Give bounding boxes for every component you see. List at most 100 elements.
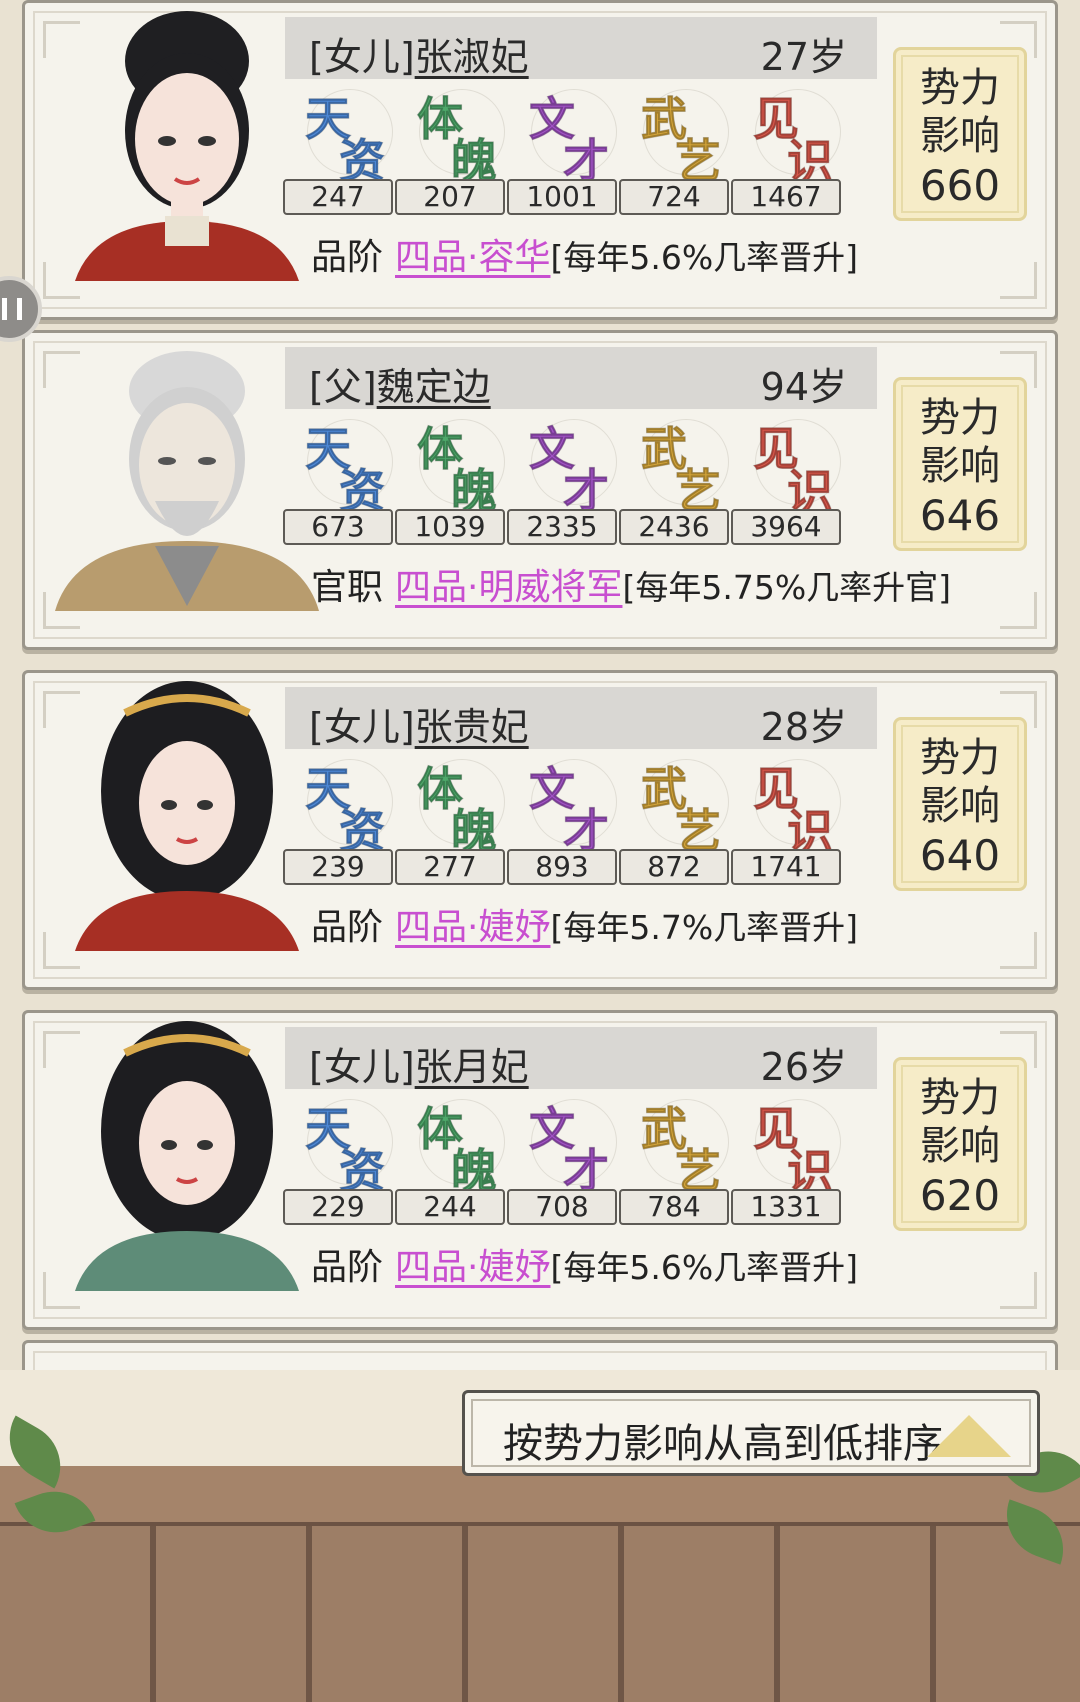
attribute-label: 体 魄 [397,83,509,189]
attribute-value: 239 [283,849,393,885]
name-bar: [女儿]张月妃 26岁 [285,1027,877,1089]
attribute-value: 1039 [395,509,505,545]
power-influence-box: 势力 影响 640 [893,717,1027,891]
character-name[interactable]: [父]魏定边 [309,356,491,411]
relation-label: [父] [309,365,377,409]
attribute-label: 武 艺 [621,1093,733,1199]
promotion-note: [每年5.75%几率升官] [622,568,952,607]
power-influence-box: 势力 影响 620 [893,1057,1027,1231]
relation-label: [女儿] [309,1045,415,1089]
rank-link[interactable]: 四品·婕妤 [395,1247,550,1288]
character-name[interactable]: [女儿]张月妃 [309,1036,529,1091]
next-card-partial [22,1340,1058,1370]
character-card[interactable]: [父]魏定边 94岁 天 资 673 体 魄 1039 文 才 2335 武 艺… [22,330,1058,650]
attribute-label: 体 魄 [397,413,509,519]
name-link[interactable]: 张月妃 [415,1045,529,1089]
triangle-up-icon [927,1415,1011,1457]
bottom-panel: 按势力影响从高到低排序 [0,1370,1080,1702]
character-name[interactable]: [女儿]张淑妃 [309,26,529,81]
attribute-label: 武 艺 [621,83,733,189]
promotion-note: [每年5.6%几率晋升] [550,238,859,277]
attribute-value: 872 [619,849,729,885]
rank-row: 品阶 四品·婕妤[每年5.7%几率晋升] [311,898,858,950]
character-card[interactable]: [女儿]张贵妃 28岁 天 资 239 体 魄 277 文 才 893 武 艺 … [22,670,1058,990]
name-bar: [父]魏定边 94岁 [285,347,877,409]
influence-label: 影响 [920,113,1000,159]
rank-label: 官职 [311,567,384,608]
influence-label: 影响 [920,783,1000,829]
attribute-value: 244 [395,1189,505,1225]
portrait-avatar[interactable] [55,341,320,611]
power-label: 势力 [920,735,1000,781]
promotion-note: [每年5.6%几率晋升] [550,1248,859,1287]
power-influence-box: 势力 影响 660 [893,47,1027,221]
attribute-value: 2436 [619,509,729,545]
promotion-note: [每年5.7%几率晋升] [550,908,859,947]
portrait-avatar[interactable] [55,681,320,951]
attribute-value: 1001 [507,179,617,215]
attribute-value: 277 [395,849,505,885]
attribute-value: 893 [507,849,617,885]
attribute-label: 天 资 [285,83,397,189]
character-card[interactable]: [女儿]张月妃 26岁 天 资 229 体 魄 244 文 才 708 武 艺 … [22,1010,1058,1330]
sort-button[interactable]: 按势力影响从高到低排序 [462,1390,1040,1476]
attribute-label: 体 魄 [397,753,509,859]
attribute-label: 天 资 [285,1093,397,1199]
character-name[interactable]: [女儿]张贵妃 [309,696,529,751]
attribute-value: 3964 [731,509,841,545]
power-value: 646 [919,491,1001,540]
attribute-value: 1467 [731,179,841,215]
attribute-value: 247 [283,179,393,215]
sort-button-label: 按势力影响从高到低排序 [503,1421,943,1467]
rank-link[interactable]: 四品·明威将军 [395,567,622,608]
age-label: 27岁 [760,35,847,79]
power-label: 势力 [920,65,1000,111]
attribute-value: 724 [619,179,729,215]
age-label: 94岁 [760,365,847,409]
portrait-avatar[interactable] [55,1021,320,1291]
rank-row: 品阶 四品·婕妤[每年5.6%几率晋升] [311,1238,858,1290]
corner-ornament [1000,932,1037,969]
attribute-label: 见 识 [733,753,845,859]
wooden-fence [0,1526,1080,1702]
power-influence-box: 势力 影响 646 [893,377,1027,551]
rank-row: 官职 四品·明威将军[每年5.75%几率升官] [311,558,951,610]
attribute-label: 见 识 [733,413,845,519]
power-label: 势力 [920,395,1000,441]
rank-link[interactable]: 四品·婕妤 [395,907,550,948]
name-bar: [女儿]张淑妃 27岁 [285,17,877,79]
relation-label: [女儿] [309,705,415,749]
attribute-label: 天 资 [285,753,397,859]
rank-label: 品阶 [311,907,384,948]
rank-label: 品阶 [311,1247,384,1288]
attribute-value: 229 [283,1189,393,1225]
portrait-avatar[interactable] [55,11,320,281]
name-link[interactable]: 张淑妃 [415,35,529,79]
rank-label: 品阶 [311,237,384,278]
attribute-label: 武 艺 [621,413,733,519]
attribute-label: 文 才 [509,1093,621,1199]
influence-label: 影响 [920,1123,1000,1169]
relation-label: [女儿] [309,35,415,79]
name-link[interactable]: 魏定边 [377,365,491,409]
attribute-value: 673 [283,509,393,545]
attribute-value: 1331 [731,1189,841,1225]
attribute-label: 文 才 [509,413,621,519]
attribute-label: 天 资 [285,413,397,519]
attribute-label: 文 才 [509,753,621,859]
character-card[interactable]: [女儿]张淑妃 27岁 天 资 247 体 魄 207 文 才 1001 武 艺… [22,0,1058,320]
influence-label: 影响 [920,443,1000,489]
corner-ornament [1000,592,1037,629]
power-label: 势力 [920,1075,1000,1121]
power-value: 660 [919,161,1001,210]
name-bar: [女儿]张贵妃 28岁 [285,687,877,749]
power-value: 620 [919,1171,1001,1220]
attribute-label: 文 才 [509,83,621,189]
rank-link[interactable]: 四品·容华 [395,237,550,278]
power-value: 640 [919,831,1001,880]
character-list[interactable]: [女儿]张月妃 26岁 天 资 229 体 魄 244 文 才 708 武 艺 … [0,0,1080,1370]
attribute-label: 体 魄 [397,1093,509,1199]
name-link[interactable]: 张贵妃 [415,705,529,749]
attribute-value: 2335 [507,509,617,545]
attribute-value: 708 [507,1189,617,1225]
